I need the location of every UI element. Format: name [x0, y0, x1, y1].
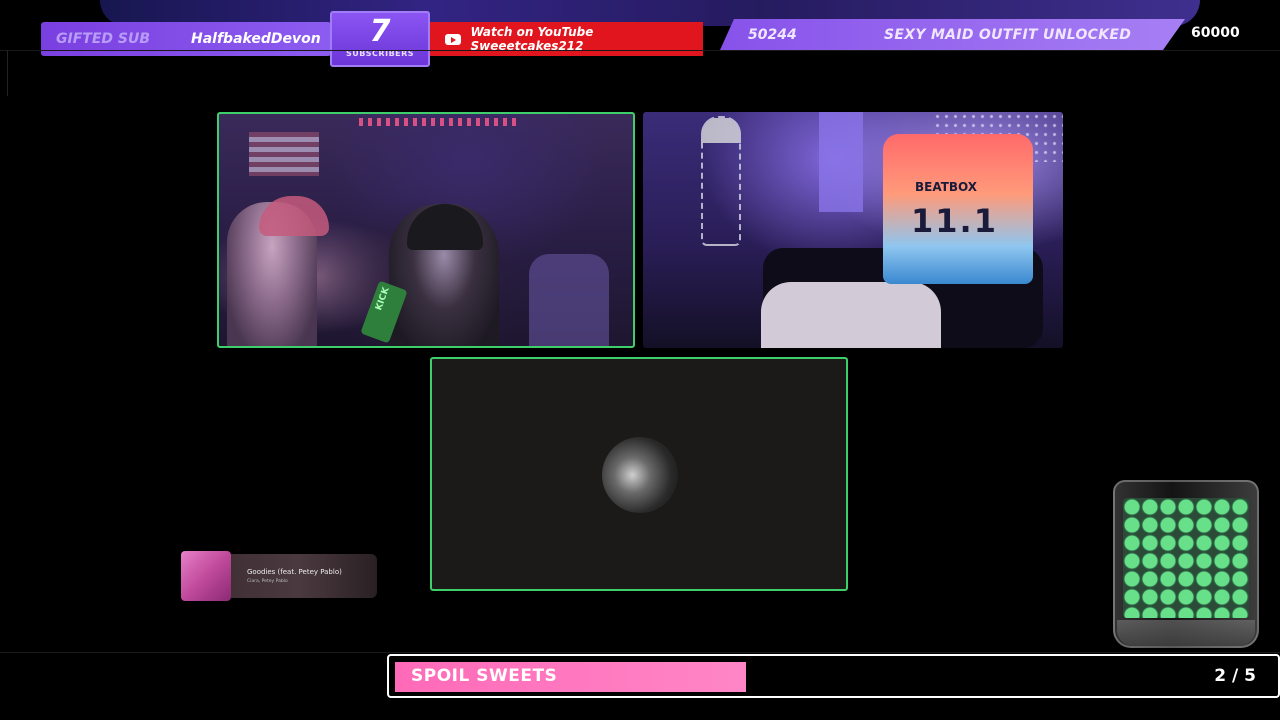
jersey-number: 11.1	[911, 202, 998, 240]
chair-shape	[529, 254, 609, 346]
door-shape	[819, 112, 863, 212]
goal-banner: 50244 SEXY MAID OUTFIT UNLOCKED	[720, 19, 1185, 50]
webcam-feed-2: BEATBOX 11.1	[643, 112, 1063, 348]
track-title: Goodies (feat. Petey Pablo)	[247, 568, 342, 576]
subscriber-count: 7	[369, 14, 391, 49]
jersey-brand: BEATBOX	[915, 180, 978, 194]
track-info: Goodies (feat. Petey Pablo) Ciara, Petey…	[231, 568, 342, 584]
candy-jar	[1113, 480, 1259, 650]
now-playing-widget: Goodies (feat. Petey Pablo) Ciara, Petey…	[181, 551, 377, 601]
divider-top	[0, 50, 1280, 51]
skeleton-decor	[701, 116, 741, 246]
divider-side	[7, 50, 8, 96]
spoil-sweets-progress: SPOIL SWEETS 2 / 5	[387, 654, 1280, 698]
youtube-icon	[445, 33, 461, 45]
jar-candies	[1123, 498, 1249, 618]
spoil-label: SPOIL SWEETS	[411, 666, 558, 686]
hoodie-shape	[761, 282, 941, 348]
gifted-sub-user: HalfbakedDevon	[191, 31, 321, 47]
subscriber-counter: 7 SUBSCRIBERS	[330, 11, 430, 67]
webcam-feed-1: KICK	[217, 112, 635, 348]
webcam-feed-3	[430, 357, 848, 591]
goal-target: 60000	[1191, 25, 1240, 41]
goal-current: 50244	[748, 26, 797, 43]
flag-decor	[249, 132, 319, 176]
album-art	[181, 551, 231, 601]
avatar	[602, 437, 678, 513]
divider-bottom	[0, 652, 1280, 653]
gifted-sub-label: GIFTED SUB	[56, 31, 150, 47]
led-strip	[359, 118, 519, 126]
jar-base	[1117, 620, 1255, 646]
goal-text: SEXY MAID OUTFIT UNLOCKED	[884, 26, 1132, 43]
youtube-text: Watch on YouTube Sweeetcakes212	[470, 25, 594, 53]
spoil-count: 2 / 5	[1214, 666, 1256, 686]
track-artist: Ciara, Petey Pablo	[247, 579, 288, 584]
